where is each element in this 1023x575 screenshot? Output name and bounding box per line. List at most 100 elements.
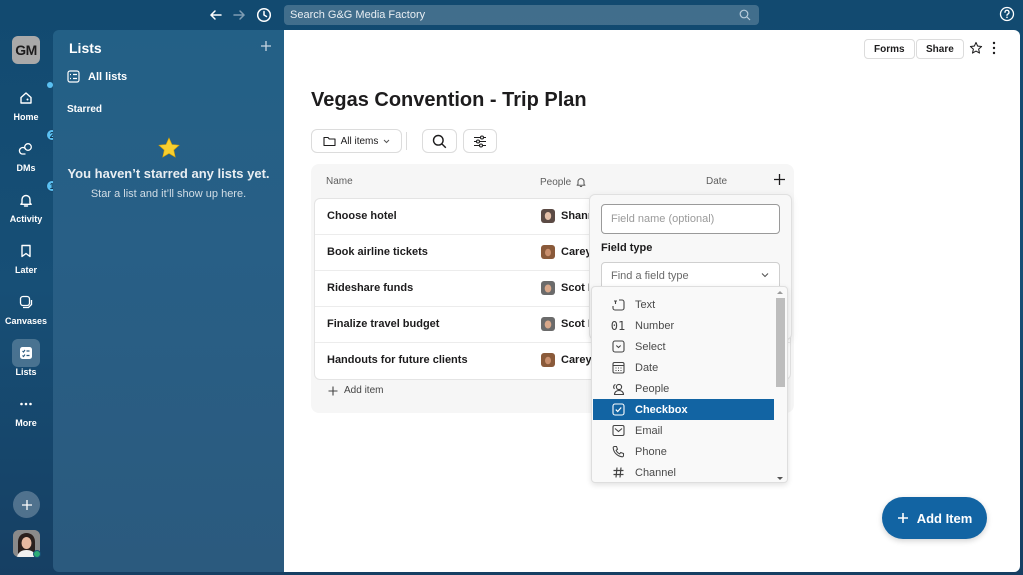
share-button[interactable]: Share — [916, 39, 964, 59]
column-header-date[interactable]: Date — [706, 176, 727, 187]
person-name: Carey — [561, 354, 592, 366]
checkbox-icon — [611, 403, 625, 416]
options-scrollbar[interactable] — [775, 287, 786, 482]
rail-item-canvases[interactable]: Canvases — [0, 290, 52, 334]
scrollbar-thumb[interactable] — [776, 298, 785, 387]
rail-item-dms[interactable]: 2 DMs — [0, 129, 58, 181]
avatar — [541, 281, 555, 295]
item-person[interactable]: Carey — [541, 353, 592, 367]
item-name: Rideshare funds — [327, 282, 414, 294]
filter-settings-button[interactable] — [463, 129, 497, 153]
field-type-option-channel[interactable]: Channel — [593, 462, 774, 482]
chevron-down-icon — [761, 273, 769, 278]
arrow-left-icon — [209, 10, 222, 20]
field-name-input[interactable]: Field name (optional) — [601, 204, 780, 234]
lists-sidebar: Lists All lists Starred You haven’t star… — [53, 30, 284, 572]
folder-icon — [323, 136, 336, 147]
history-button[interactable] — [255, 6, 273, 24]
calendar-icon — [611, 361, 625, 374]
item-person[interactable]: Carey — [541, 245, 592, 259]
rail-label: More — [15, 418, 37, 428]
rail-label: Lists — [15, 367, 37, 377]
view-filter-dropdown[interactable]: All items — [311, 129, 402, 153]
option-label: Email — [635, 424, 663, 437]
plus-icon — [897, 513, 908, 523]
toolbar-divider — [406, 132, 407, 150]
search-input[interactable]: Search G&G Media Factory — [284, 5, 759, 25]
add-item-label: Add item — [344, 385, 384, 396]
add-item-row-button[interactable]: Add item — [328, 385, 383, 396]
rail-item-home[interactable]: Home — [0, 82, 53, 130]
item-person[interactable]: Scot I — [541, 317, 591, 331]
more-actions-button[interactable] — [991, 41, 997, 55]
bookmark-icon — [21, 244, 31, 258]
field-type-option-phone[interactable]: Phone — [593, 441, 774, 462]
view-filter-label: All items — [340, 135, 379, 147]
select-icon — [611, 340, 625, 353]
scroll-down-arrow[interactable] — [777, 477, 783, 480]
scroll-up-arrow[interactable] — [777, 291, 783, 294]
rail-item-activity[interactable]: 1 Activity — [0, 180, 58, 232]
item-name: Book airline tickets — [327, 246, 428, 258]
option-label: Checkbox — [635, 403, 688, 416]
field-type-option-people[interactable]: People — [593, 378, 774, 399]
arrow-right-icon — [233, 10, 246, 20]
option-label: Select — [635, 340, 666, 353]
new-list-button[interactable] — [260, 40, 272, 52]
avatar — [541, 317, 555, 331]
plus-icon — [21, 499, 32, 510]
field-type-option-number[interactable]: 01 Number — [593, 315, 774, 336]
workspace-rail: GM Home 2 DMs 1 Activity Later Canvases — [0, 30, 58, 575]
search-icon — [432, 134, 447, 148]
option-label: Phone — [635, 445, 667, 458]
field-type-option-checkbox[interactable]: Checkbox — [593, 399, 774, 420]
page-title: Vegas Convention - Trip Plan — [311, 89, 587, 111]
add-item-fab[interactable]: Add Item — [882, 497, 987, 539]
field-type-options: Text 01 Number Select Date People Checkb… — [591, 286, 788, 483]
forms-button[interactable]: Forms — [864, 39, 915, 59]
lists-icon — [67, 70, 80, 83]
star-list-button[interactable] — [969, 41, 983, 55]
column-name-label: Name — [326, 176, 353, 187]
fab-label: Add Item — [916, 510, 973, 526]
rail-item-more[interactable]: More — [0, 392, 52, 436]
add-workspace-button[interactable] — [13, 491, 40, 518]
kebab-icon — [992, 41, 996, 55]
item-name: Handouts for future clients — [327, 354, 468, 366]
help-button[interactable] — [999, 6, 1015, 22]
person-name: Carey — [561, 246, 592, 258]
item-person[interactable]: Shanr — [541, 209, 592, 223]
empty-title: You haven’t starred any lists yet. — [67, 166, 270, 181]
dms-icon — [18, 143, 32, 155]
bell-icon — [20, 194, 32, 207]
column-header-name[interactable]: Name — [326, 176, 353, 187]
more-icon — [20, 402, 32, 406]
back-button[interactable] — [207, 6, 225, 24]
field-type-option-select[interactable]: Select — [593, 336, 774, 357]
option-label: Channel — [635, 466, 676, 479]
column-header-people[interactable]: People — [540, 176, 587, 188]
sliders-icon — [474, 134, 486, 148]
sidebar-item-all-lists[interactable]: All lists — [67, 70, 127, 83]
star-outline-icon — [969, 41, 983, 54]
search-list-button[interactable] — [422, 129, 457, 153]
field-type-option-text[interactable]: Text — [593, 294, 774, 315]
add-column-button[interactable] — [773, 173, 786, 186]
rail-label: Canvases — [4, 316, 48, 326]
forward-button[interactable] — [230, 6, 248, 24]
list-view: Forms Share Vegas Convention - Trip Plan… — [284, 30, 1020, 572]
presence-online-dot — [33, 550, 41, 558]
bell-icon — [576, 178, 586, 188]
rail-item-lists[interactable]: Lists — [0, 339, 52, 385]
people-icon — [613, 383, 625, 395]
field-type-option-date[interactable]: Date — [593, 357, 774, 378]
field-type-option-email[interactable]: Email — [593, 420, 774, 441]
person-avatar-icon — [541, 281, 555, 295]
item-person[interactable]: Scot I — [541, 281, 591, 295]
rail-label: Home — [13, 112, 39, 122]
workspace-switcher[interactable]: GM — [12, 36, 40, 64]
help-icon — [999, 6, 1015, 22]
rail-item-later[interactable]: Later — [0, 239, 52, 283]
item-name: Finalize travel budget — [327, 318, 440, 330]
phone-icon — [612, 445, 624, 458]
